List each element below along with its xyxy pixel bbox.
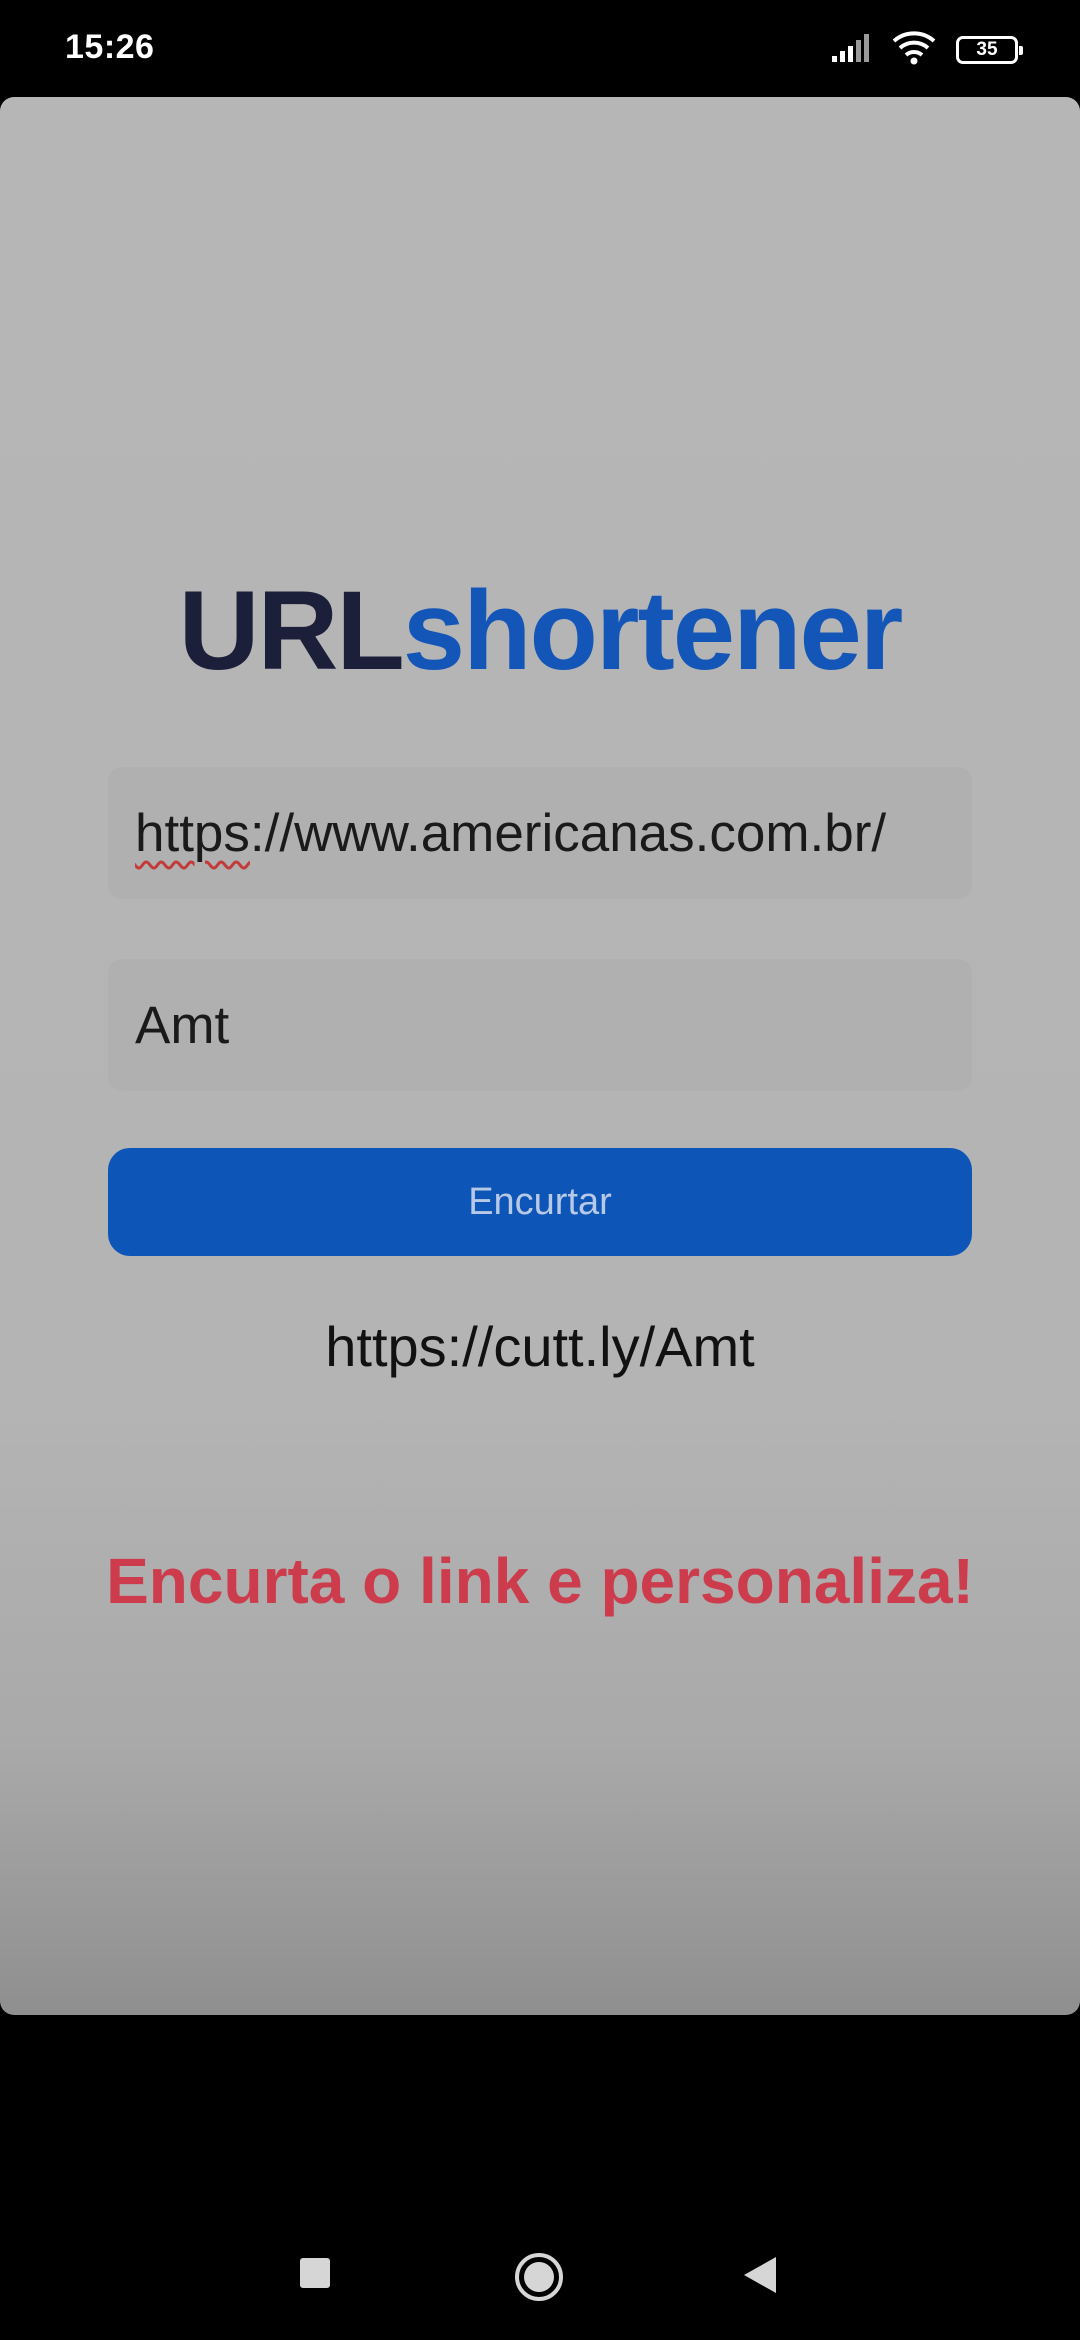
app-title-url: URL xyxy=(178,568,405,693)
status-bar: 15:26 35 xyxy=(0,0,1080,97)
recents-icon[interactable] xyxy=(300,2258,330,2288)
app-screen: URLshortener https://www.americanas.com.… xyxy=(0,97,1080,2015)
app-title-shortener: shortener xyxy=(402,568,904,693)
back-icon[interactable] xyxy=(744,2257,776,2293)
shortened-url-result[interactable]: https://cutt.ly/Amt xyxy=(0,1319,1080,1375)
url-input-value-rest: ://www.americanas.com.br/ xyxy=(249,803,887,863)
alias-input-value: Amt xyxy=(135,995,230,1055)
tagline: Encurta o link e personaliza! xyxy=(106,1545,974,1617)
battery-level: 35 xyxy=(976,39,998,60)
status-icons: 35 xyxy=(832,30,1023,70)
shorten-button[interactable]: Encurtar xyxy=(108,1148,972,1256)
status-time: 15:26 xyxy=(65,28,155,66)
signal-icon xyxy=(832,33,872,67)
url-input[interactable]: https://www.americanas.com.br/ xyxy=(108,767,972,899)
home-icon[interactable] xyxy=(515,2253,563,2301)
alias-input[interactable]: Amt xyxy=(108,959,972,1091)
app-title: URLshortener xyxy=(0,575,1080,687)
wifi-icon xyxy=(892,30,936,70)
navigation-bar xyxy=(0,2015,1080,2340)
battery-icon: 35 xyxy=(956,36,1023,64)
url-input-value-scheme: https xyxy=(135,803,250,863)
